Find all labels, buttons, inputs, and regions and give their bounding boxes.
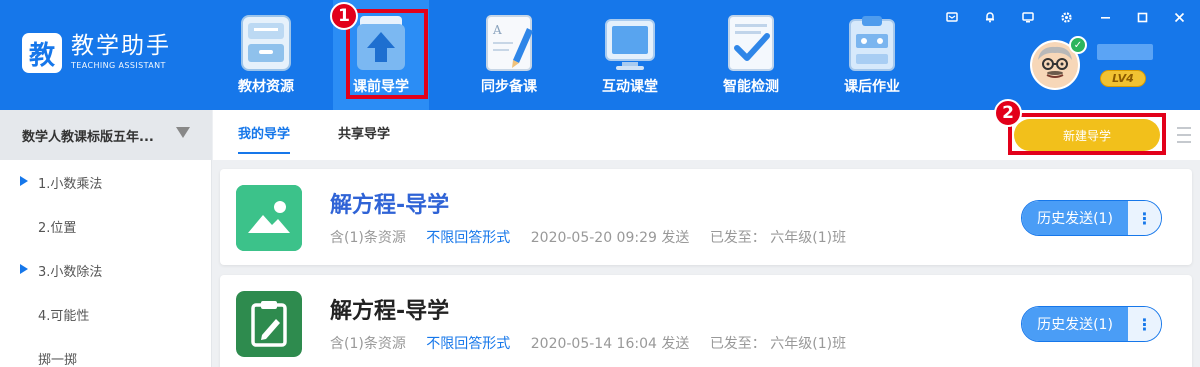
nav-label: 互动课堂 [602,79,658,95]
history-send-button[interactable]: 历史发送(1) [1022,201,1128,235]
chapter-item[interactable]: 4.可能性 [0,292,212,336]
clipboard-edit-icon [236,291,302,357]
minimize-icon[interactable] [1094,6,1116,28]
nav-interactive-class[interactable]: 互动课堂 [582,0,678,110]
app-logo: 教 教学助手 TEACHING ASSISTANT [22,33,171,73]
image-icon [236,185,302,251]
chapter-item[interactable]: 1.小数乘法 [0,160,212,204]
app-window: 教 教学助手 TEACHING ASSISTANT 教材资源 课前导学 A 同步… [0,0,1200,367]
resource-count: 含(1)条资源 [330,230,406,246]
history-send-group: 历史发送(1) ⋮ [1021,200,1162,236]
tab-label: 共享导学 [338,127,391,142]
username-redacted [1097,44,1153,60]
answer-form: 不限回答形式 [426,336,511,352]
sent-time: 2020-05-20 09:29 发送 [530,230,690,246]
online-check-icon: ✓ [1069,36,1087,54]
guide-card[interactable]: 解方程-导学 含(1)条资源 不限回答形式 2020-05-20 09:29 发… [220,169,1192,265]
guide-card[interactable]: 解方程-导学 含(1)条资源 不限回答形式 2020-05-14 16:04 发… [220,275,1192,367]
chapter-label: 3.小数除法 [38,265,103,280]
nav-textbook-resources[interactable]: 教材资源 [218,0,314,110]
maximize-icon[interactable] [1131,6,1153,28]
more-options-icon[interactable]: ⋮ [1128,201,1161,235]
textbook-selector[interactable]: 数学人教课标版五年... [0,110,212,160]
app-title: 教学助手 [71,33,171,59]
message-icon[interactable] [941,6,963,28]
clipboard-icon [849,16,895,71]
history-send-button[interactable]: 历史发送(1) [1022,307,1128,341]
callout-number-1: 1 [330,2,358,30]
card-meta: 含(1)条资源 不限回答形式 2020-05-14 16:04 发送 已发至： … [330,333,862,353]
expand-arrow-icon[interactable] [20,176,28,186]
callout-number-2: 2 [994,99,1022,127]
answer-form: 不限回答形式 [426,230,511,246]
expand-arrow-icon[interactable] [20,264,28,274]
chapter-item[interactable]: 掷一掷 [0,336,212,367]
nav-smart-test[interactable]: 智能检测 [703,0,799,110]
settings-icon[interactable] [1055,6,1077,28]
callout-box-2 [1008,113,1166,155]
checklist-icon [728,15,774,71]
sent-time: 2020-05-14 16:04 发送 [530,336,690,352]
top-bar: 教 教学助手 TEACHING ASSISTANT 教材资源 课前导学 A 同步… [0,0,1200,110]
textbook-drawer-icon [241,15,291,71]
bell-icon[interactable] [979,6,1001,28]
textbook-name: 数学人教课标版五年... [22,129,154,145]
history-send-group: 历史发送(1) ⋮ [1021,306,1162,342]
callout-box-1 [346,9,428,99]
app-subtitle: TEACHING ASSISTANT [71,61,166,70]
active-tab-underline [238,152,291,154]
nav-label: 课后作业 [844,79,900,95]
card-meta: 含(1)条资源 不限回答形式 2020-05-20 09:29 发送 已发至： … [330,227,862,247]
nav-label: 教材资源 [238,79,294,95]
nav-sync-lesson-prep[interactable]: A 同步备课 [461,0,557,110]
chapter-label: 掷一掷 [38,353,78,367]
chapter-label: 1.小数乘法 [38,177,103,192]
chapter-label: 4.可能性 [38,309,90,324]
caret-down-icon [176,127,190,138]
tab-shared-guides[interactable]: 共享导学 [338,110,390,160]
card-title[interactable]: 解方程-导学 [330,187,449,219]
nav-homework[interactable]: 课后作业 [824,0,920,110]
sent-to: 已发至： 六年级(1)班 [709,336,847,352]
resource-count: 含(1)条资源 [330,336,406,352]
monitor-icon [605,19,655,70]
nav-label: 智能检测 [723,79,779,95]
card-title[interactable]: 解方程-导学 [330,293,449,325]
tab-my-guides[interactable]: 我的导学 [238,110,291,160]
pencil-paper-icon: A [486,15,533,71]
menu-icon[interactable] [1177,127,1191,143]
chapter-label: 2.位置 [38,221,77,236]
close-icon[interactable] [1168,6,1190,28]
svg-text:A: A [492,23,502,37]
logo-icon: 教 [22,33,62,73]
chapter-item[interactable]: 3.小数除法 [0,248,212,292]
nav-label: 同步备课 [481,79,537,95]
tab-label: 我的导学 [238,127,291,142]
chapter-item[interactable]: 2.位置 [0,204,212,248]
level-badge: LV4 [1100,70,1146,87]
sent-to: 已发至： 六年级(1)班 [709,230,847,246]
screen-icon[interactable] [1017,6,1039,28]
more-options-icon[interactable]: ⋮ [1128,307,1161,341]
chapter-sidebar: 数学人教课标版五年... 1.小数乘法 2.位置 3.小数除法 4.可能性 掷一… [0,110,212,367]
